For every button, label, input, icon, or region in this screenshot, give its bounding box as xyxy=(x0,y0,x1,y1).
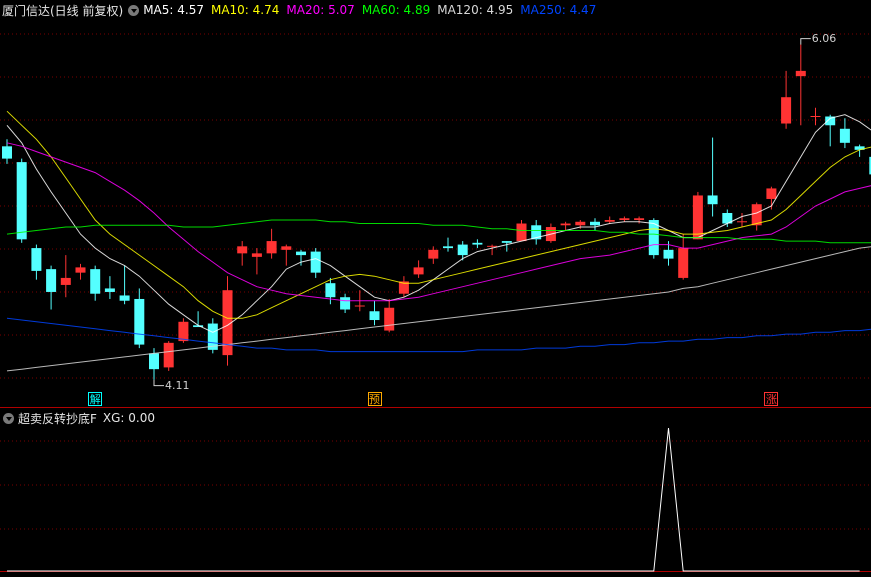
high-leader-line xyxy=(800,38,811,45)
kline-chart[interactable] xyxy=(0,0,871,577)
candle-body xyxy=(575,221,586,226)
chevron-down-icon[interactable] xyxy=(3,412,14,424)
candle-body xyxy=(90,269,101,294)
candle-body xyxy=(46,269,57,292)
candle-body xyxy=(296,251,306,256)
candle-body xyxy=(340,297,351,310)
candle-body xyxy=(795,70,806,77)
marker-yu[interactable]: 预 xyxy=(367,392,382,406)
candle-body xyxy=(413,267,424,275)
candle-body xyxy=(178,321,189,342)
candle-body xyxy=(251,253,262,257)
candle-body xyxy=(472,242,483,245)
marker-jie[interactable]: 解 xyxy=(88,392,103,406)
candle-body xyxy=(604,220,615,222)
candle-body xyxy=(237,246,248,254)
marker-label: 预 xyxy=(369,393,380,406)
candle-body xyxy=(149,353,159,370)
marker-zhang[interactable]: 涨 xyxy=(764,392,779,406)
candle-body xyxy=(60,277,71,285)
candle-body xyxy=(766,188,777,199)
candle-body xyxy=(16,162,27,240)
xg-line xyxy=(7,427,860,572)
ma10-label: MA10: 4.74 xyxy=(210,3,280,17)
ma10-line xyxy=(6,110,871,319)
xg-label: XG: 0.00 xyxy=(102,411,156,425)
candle-body xyxy=(281,246,292,250)
candle-body xyxy=(619,218,630,221)
indicator-header: 超卖反转抄底F XG: 0.00 xyxy=(2,410,155,426)
candle-body xyxy=(707,195,718,205)
candle-body xyxy=(560,223,571,226)
ma20-label: MA20: 5.07 xyxy=(286,3,355,17)
candle-body xyxy=(678,248,689,278)
candle-body xyxy=(75,267,86,273)
ma60-label: MA60: 4.89 xyxy=(361,3,431,17)
candle-body xyxy=(325,283,336,298)
candle-body xyxy=(663,249,674,259)
marker-label: 解 xyxy=(89,393,101,406)
candle-body xyxy=(119,295,130,301)
stock-title: 厦门信达(日线 前复权) xyxy=(2,3,124,18)
candle-body xyxy=(457,244,468,256)
candle-body xyxy=(384,307,395,331)
candle-body xyxy=(31,248,42,271)
candle-body xyxy=(443,246,453,249)
ma5-label: MA5: 4.57 xyxy=(143,3,204,17)
candle-body xyxy=(163,342,174,368)
candle-body xyxy=(839,128,850,143)
candle-body xyxy=(369,311,380,321)
candle-body xyxy=(692,195,703,240)
high-price-label: 6.06 xyxy=(811,31,837,45)
candle-body xyxy=(781,97,792,124)
chevron-down-icon[interactable] xyxy=(128,4,140,16)
candle-body xyxy=(634,218,645,221)
candle-body xyxy=(310,251,321,273)
low-price-label: 4.11 xyxy=(165,378,190,392)
ma60-line xyxy=(6,219,871,244)
candle-body xyxy=(501,241,512,243)
candle-body xyxy=(428,249,439,259)
ma250-label: MA250: 4.47 xyxy=(520,3,597,17)
candle-body xyxy=(590,221,600,226)
candle-body xyxy=(751,204,762,226)
low-leader-line xyxy=(153,379,164,387)
main-chart-header: 厦门信达(日线 前复权) MA5: 4.57 MA10: 4.74 MA20: … xyxy=(2,2,603,18)
ma120-label: MA120: 4.95 xyxy=(437,3,514,17)
indicator-title: 超卖反转抄底F xyxy=(18,411,97,426)
marker-label: 涨 xyxy=(765,393,777,406)
candle-body xyxy=(2,146,12,159)
candle-body xyxy=(134,298,145,345)
candle-body xyxy=(104,288,115,292)
candle-body xyxy=(266,241,277,254)
candle-body xyxy=(516,223,527,242)
